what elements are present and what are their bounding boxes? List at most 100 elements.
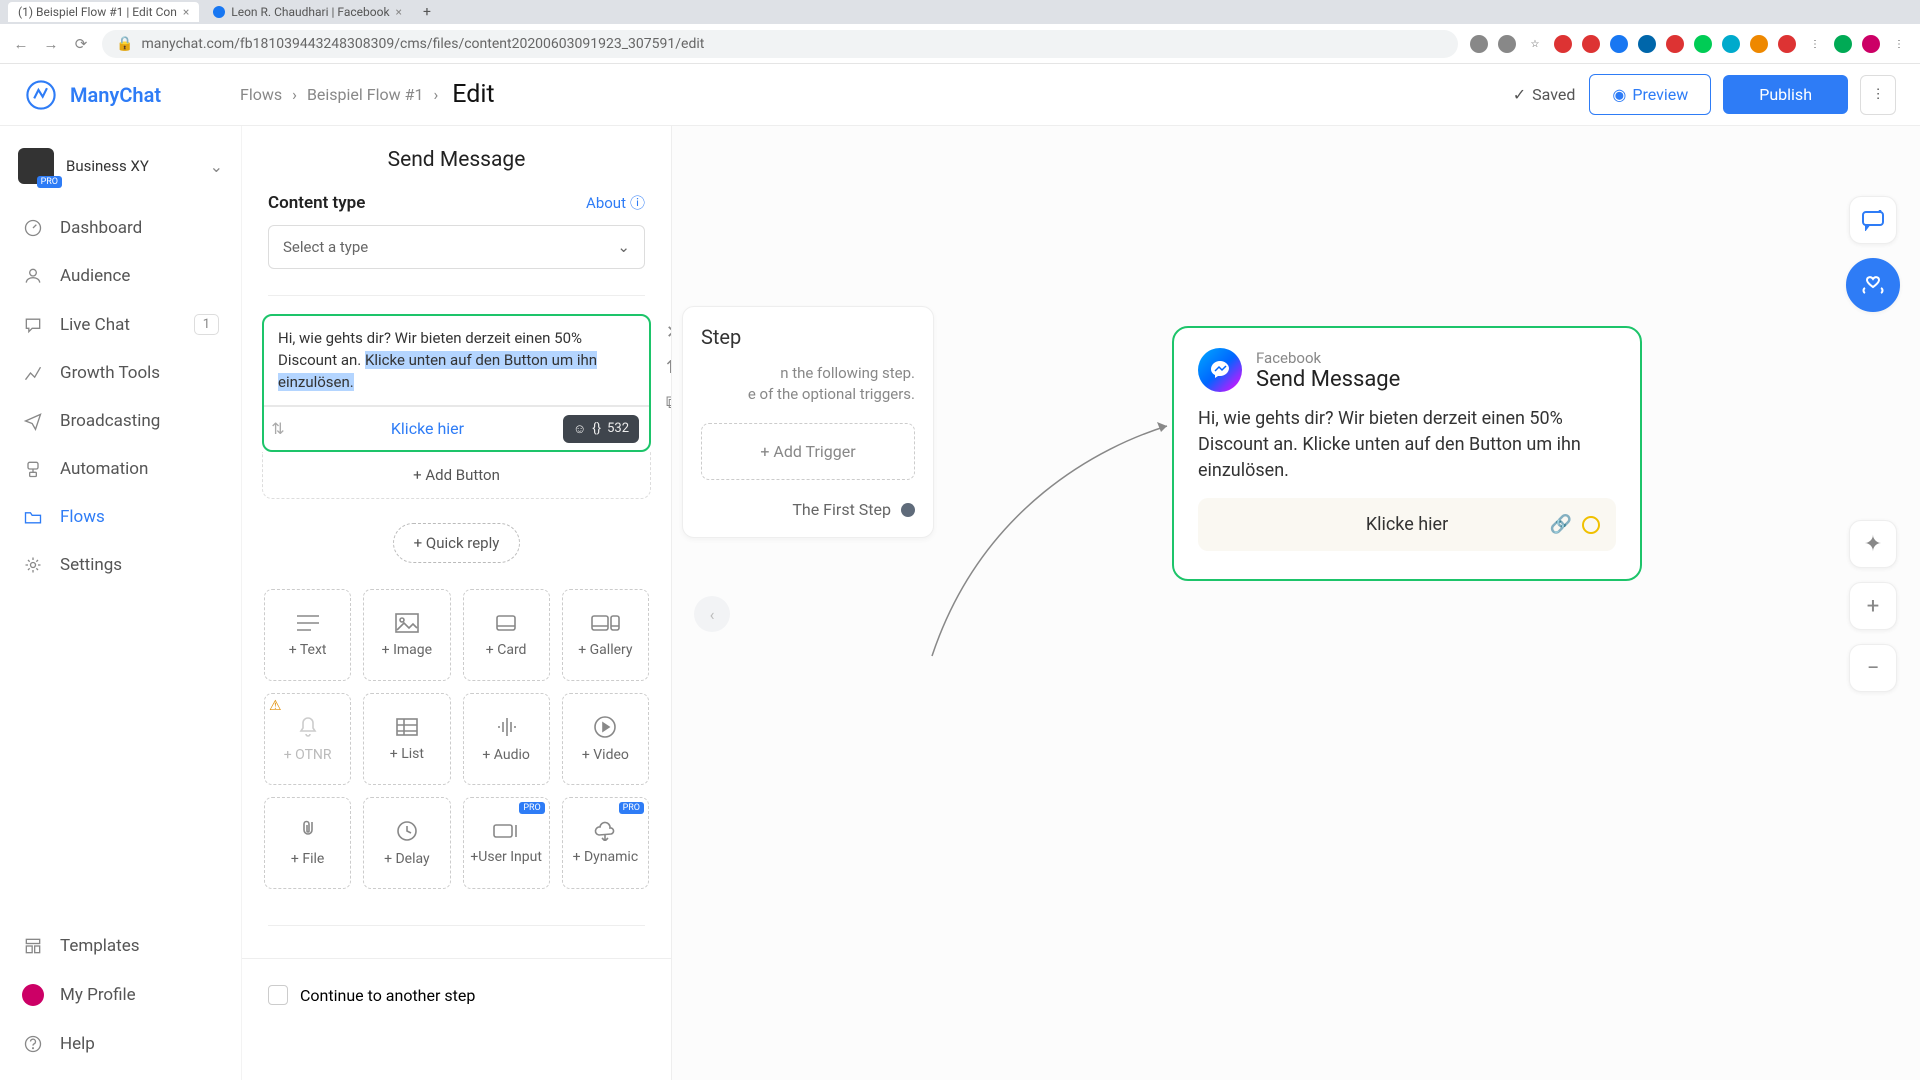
extension-icon[interactable] <box>1554 35 1572 53</box>
tile-audio[interactable]: + Audio <box>463 693 550 785</box>
nav-help[interactable]: Help <box>0 1020 241 1068</box>
node-starting-step[interactable]: Step n the following step. e of the opti… <box>682 306 934 538</box>
gear-icon <box>23 555 43 575</box>
button-preview[interactable]: Klicke hier 🔗 <box>1198 498 1616 551</box>
reorder-icon[interactable]: ⇅ <box>264 407 292 450</box>
close-icon[interactable]: × <box>183 5 189 19</box>
add-trigger-button[interactable]: + Add Trigger <box>701 423 915 480</box>
collapse-panel-button[interactable]: ‹ <box>694 596 730 632</box>
continue-checkbox-row[interactable]: Continue to another step <box>242 958 671 1015</box>
more-button[interactable]: ⋮ <box>1860 75 1896 115</box>
close-icon[interactable]: × <box>396 5 402 19</box>
address-bar[interactable]: 🔒 manychat.com/fb181039443248308309/cms/… <box>102 30 1458 58</box>
message-preview: Hi, wie gehts dir? Wir bieten derzeit ei… <box>1198 406 1616 484</box>
automation-icon <box>23 459 43 479</box>
clock-icon <box>395 819 419 843</box>
tile-gallery[interactable]: + Gallery <box>562 589 649 681</box>
nav-automation[interactable]: Automation <box>0 445 241 493</box>
panel-title: Send Message <box>242 126 671 192</box>
flow-canvas[interactable]: Step n the following step. e of the opti… <box>672 126 1920 1080</box>
nav-settings[interactable]: Settings <box>0 541 241 589</box>
extension-icon[interactable] <box>1834 35 1852 53</box>
manychat-icon <box>24 78 58 112</box>
message-text-input[interactable]: Hi, wie gehts dir? Wir bieten derzeit ei… <box>264 316 649 406</box>
avatar-icon[interactable] <box>1862 35 1880 53</box>
crumb-flows[interactable]: Flows <box>240 85 282 104</box>
bell-icon <box>297 715 319 739</box>
add-quick-reply[interactable]: + Quick reply <box>393 523 521 563</box>
extension-icon[interactable] <box>1778 35 1796 53</box>
add-button[interactable]: + Add Button <box>262 452 651 499</box>
zoom-out-button[interactable]: − <box>1849 644 1897 692</box>
extension-icon[interactable] <box>1694 35 1712 53</box>
messenger-icon <box>1198 348 1242 392</box>
saved-indicator: ✓ Saved <box>1513 85 1576 104</box>
browser-chrome: (1) Beispiel Flow #1 | Edit Con × Leon R… <box>0 0 1920 64</box>
nav-broadcasting[interactable]: Broadcasting <box>0 397 241 445</box>
auto-layout-button[interactable]: ✦ <box>1849 520 1897 568</box>
tile-video[interactable]: + Video <box>562 693 649 785</box>
forward-icon[interactable]: → <box>42 35 60 53</box>
message-button-row[interactable]: ⇅ Klicke hier ☺{}532 <box>264 406 649 450</box>
extension-icon[interactable] <box>1638 35 1656 53</box>
nav-live-chat[interactable]: Live Chat1 <box>0 300 241 349</box>
chevron-down-icon: ⌄ <box>210 157 223 176</box>
extension-icon[interactable] <box>1750 35 1768 53</box>
node-title: Step <box>701 325 915 349</box>
tile-file[interactable]: + File <box>264 797 351 889</box>
emoji-icon: ☺ <box>573 421 586 437</box>
extension-icon[interactable] <box>1666 35 1684 53</box>
connector-circle-icon[interactable] <box>1582 516 1600 534</box>
nav-flows[interactable]: Flows <box>0 493 241 541</box>
tile-image[interactable]: + Image <box>363 589 450 681</box>
browser-tab[interactable]: Leon R. Chaudhari | Facebook × <box>203 2 412 22</box>
tile-delay[interactable]: + Delay <box>363 797 450 889</box>
preview-button[interactable]: ◉ Preview <box>1589 74 1711 115</box>
brand-logo[interactable]: ManyChat <box>24 78 240 112</box>
nav-my-profile[interactable]: My Profile <box>0 970 241 1020</box>
nav-audience[interactable]: Audience <box>0 252 241 300</box>
message-block[interactable]: ✕ ⇅ ⧉ Hi, wie gehts dir? Wir bieten derz… <box>262 314 651 452</box>
char-counter[interactable]: ☺{}532 <box>563 415 639 443</box>
tile-card[interactable]: + Card <box>463 589 550 681</box>
new-tab-button[interactable]: + <box>416 2 438 22</box>
nav-growth-tools[interactable]: Growth Tools <box>0 349 241 397</box>
select-placeholder: Select a type <box>283 238 368 256</box>
crumb-edit: Edit <box>452 80 494 109</box>
lock-icon: 🔒 <box>116 36 133 52</box>
list-icon <box>394 716 420 738</box>
button-label[interactable]: Klicke hier <box>292 407 563 450</box>
tile-text[interactable]: + Text <box>264 589 351 681</box>
content-type-select[interactable]: Select a type ⌄ <box>268 225 645 269</box>
zoom-in-button[interactable]: + <box>1849 582 1897 630</box>
extension-icon[interactable] <box>1722 35 1740 53</box>
folder-icon <box>23 507 43 527</box>
assistant-button[interactable] <box>1846 258 1900 312</box>
content-tiles: + Text + Image + Card + Gallery ⚠+ OTNR … <box>242 563 671 899</box>
avatar-icon <box>22 984 44 1006</box>
tile-user-input[interactable]: PRO+User Input <box>463 797 550 889</box>
account-switcher[interactable]: PRO Business XY ⌄ <box>0 138 241 204</box>
tile-list[interactable]: + List <box>363 693 450 785</box>
extension-icon[interactable] <box>1582 35 1600 53</box>
gallery-icon <box>590 612 620 634</box>
extension-icon[interactable] <box>1610 35 1628 53</box>
reload-icon[interactable]: ⟳ <box>72 35 90 53</box>
crumb-flow-name[interactable]: Beispiel Flow #1 <box>307 85 424 104</box>
tile-dynamic[interactable]: PRO+ Dynamic <box>562 797 649 889</box>
about-link[interactable]: About ⓘ <box>586 192 645 213</box>
link-icon: 🔗 <box>1550 514 1572 535</box>
node-send-message[interactable]: Facebook Send Message Hi, wie gehts dir?… <box>1172 326 1642 581</box>
nav-templates[interactable]: Templates <box>0 922 241 970</box>
extension-icon[interactable] <box>1498 35 1516 53</box>
checkbox[interactable] <box>268 985 288 1005</box>
back-icon[interactable]: ← <box>12 35 30 53</box>
tile-otnr[interactable]: ⚠+ OTNR <box>264 693 351 785</box>
nav-dashboard[interactable]: Dashboard <box>0 204 241 252</box>
connector-dot[interactable] <box>901 503 915 517</box>
add-node-button[interactable] <box>1849 196 1897 244</box>
publish-button[interactable]: Publish <box>1723 75 1848 114</box>
extension-icon[interactable] <box>1470 35 1488 53</box>
browser-tab-active[interactable]: (1) Beispiel Flow #1 | Edit Con × <box>8 2 199 22</box>
editor-panel: Send Message Content type About ⓘ Select… <box>242 126 672 1080</box>
